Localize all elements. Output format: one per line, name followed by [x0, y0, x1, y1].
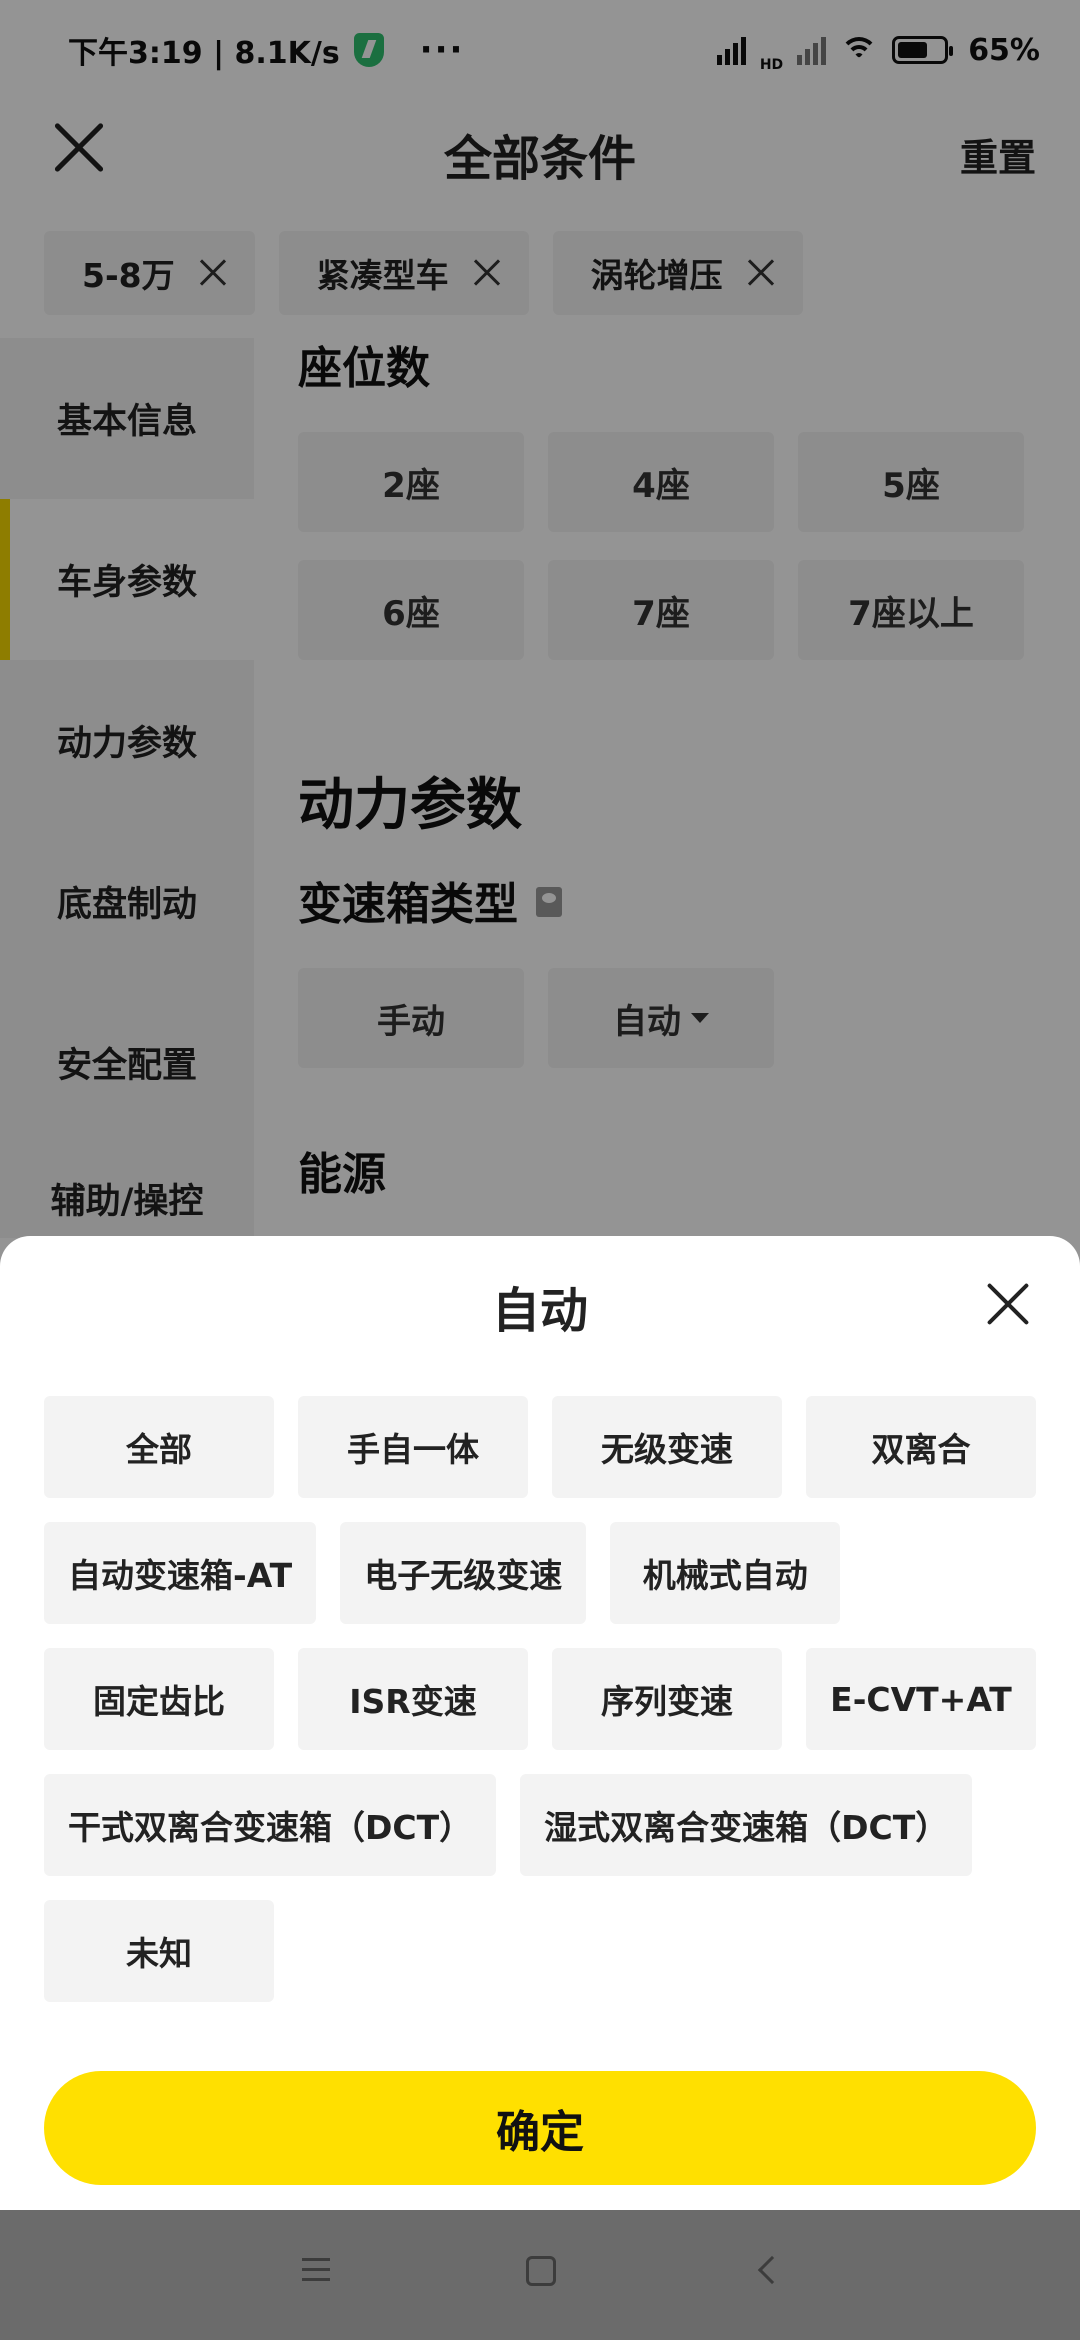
- option-chip[interactable]: 固定齿比: [44, 1648, 274, 1750]
- back-icon[interactable]: [757, 2255, 787, 2285]
- option-chip[interactable]: E-CVT+AT: [806, 1648, 1036, 1750]
- option-chip[interactable]: 自动变速箱-AT: [44, 1522, 317, 1624]
- sheet-title: 自动: [491, 1283, 588, 1339]
- option-chip[interactable]: 无级变速: [552, 1396, 782, 1498]
- sheet-options: 全部 手自一体 无级变速 双离合 自动变速箱-AT 电子无级变速 机械式自动 固…: [44, 1396, 1044, 2026]
- system-nav-bar: [0, 2210, 1080, 2340]
- option-chip[interactable]: 电子无级变速: [340, 1522, 587, 1624]
- option-chip[interactable]: 手自一体: [298, 1396, 528, 1498]
- confirm-button[interactable]: 确定: [44, 2071, 1036, 2185]
- option-chip[interactable]: ISR变速: [298, 1648, 528, 1750]
- home-icon[interactable]: [526, 2256, 556, 2286]
- option-chip[interactable]: 湿式双离合变速箱（DCT）: [520, 1774, 973, 1876]
- option-chip[interactable]: 机械式自动: [610, 1522, 841, 1624]
- menu-icon[interactable]: [302, 2258, 330, 2282]
- option-chip[interactable]: 双离合: [806, 1396, 1036, 1498]
- option-chip[interactable]: 序列变速: [552, 1648, 782, 1750]
- option-chip[interactable]: 未知: [44, 1900, 274, 2002]
- option-chip[interactable]: 干式双离合变速箱（DCT）: [44, 1774, 497, 1876]
- option-chip[interactable]: 全部: [44, 1396, 274, 1498]
- close-icon[interactable]: [980, 1276, 1036, 1332]
- gearbox-bottom-sheet: 自动 全部 手自一体 无级变速 双离合 自动变速箱-AT 电子无级变速 机械式自…: [0, 1236, 1080, 2210]
